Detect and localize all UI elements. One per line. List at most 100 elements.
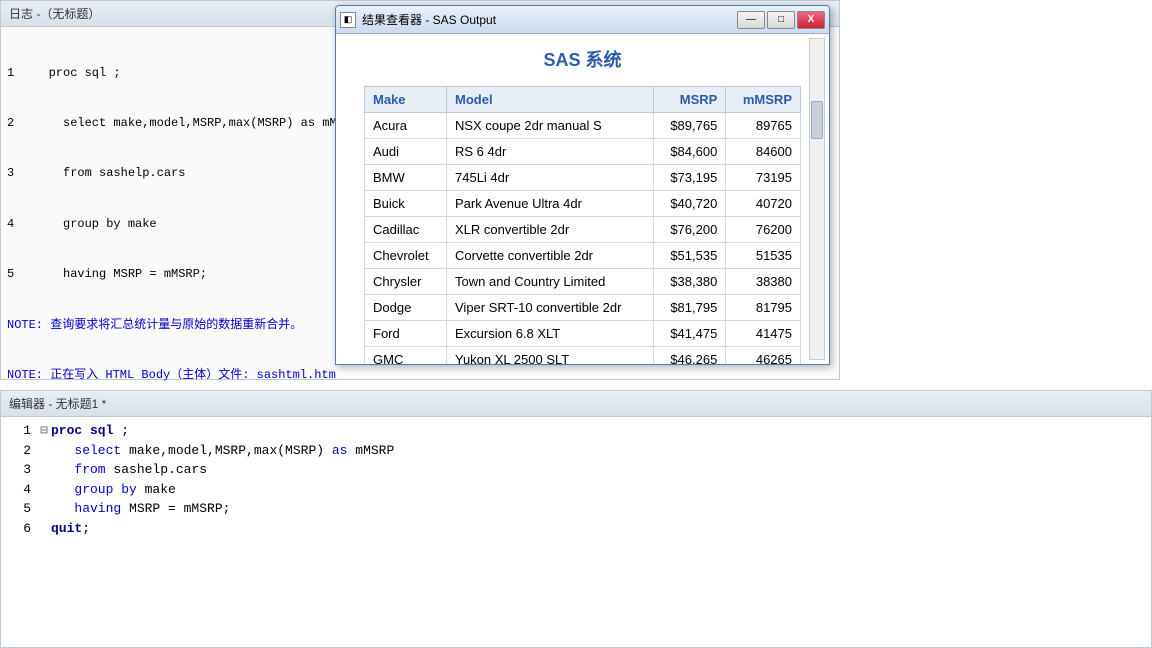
table-row[interactable]: AcuraNSX coupe 2dr manual S$89,76589765: [365, 113, 801, 139]
result-window-title: 结果查看器 - SAS Output: [362, 11, 737, 28]
log-line-num: 1: [7, 65, 27, 82]
editor-line-num: 3: [7, 460, 37, 480]
window-buttons: — □ X: [737, 11, 825, 29]
cell-msrp: $76,200: [654, 217, 726, 243]
col-make[interactable]: Make: [365, 87, 447, 113]
fold-gutter-icon: [37, 460, 51, 480]
col-msrp[interactable]: MSRP: [654, 87, 726, 113]
fold-gutter-icon: [37, 499, 51, 519]
editor-line: 2 select make,model,MSRP,max(MSRP) as mM…: [7, 441, 1145, 461]
table-row[interactable]: GMCYukon XL 2500 SLT$46,26546265: [365, 347, 801, 365]
cell-mmsrp: 40720: [726, 191, 801, 217]
cell-msrp: $89,765: [654, 113, 726, 139]
result-table: Make Model MSRP mMSRP AcuraNSX coupe 2dr…: [364, 86, 801, 364]
editor-line-num: 5: [7, 499, 37, 519]
editor-line-num: 2: [7, 441, 37, 461]
cell-model: NSX coupe 2dr manual S: [447, 113, 654, 139]
fold-gutter-icon: [37, 480, 51, 500]
log-line-num: 3: [7, 165, 27, 182]
cell-mmsrp: 89765: [726, 113, 801, 139]
sas-heading: SAS 系统: [364, 46, 801, 72]
cell-make: Ford: [365, 321, 447, 347]
fold-gutter-icon[interactable]: ⊟: [37, 421, 51, 441]
result-titlebar[interactable]: ◧ 结果查看器 - SAS Output — □ X: [336, 6, 829, 34]
table-row[interactable]: BMW745Li 4dr$73,19573195: [365, 165, 801, 191]
cell-mmsrp: 81795: [726, 295, 801, 321]
editor-code: proc sql ;: [51, 421, 129, 441]
log-line-text: proc sql ;: [27, 65, 121, 82]
editor-code: having MSRP = mMSRP;: [51, 499, 230, 519]
maximize-button[interactable]: □: [767, 11, 795, 29]
log-line-text: from sashelp.cars: [27, 165, 185, 182]
cell-msrp: $81,795: [654, 295, 726, 321]
table-row[interactable]: BuickPark Avenue Ultra 4dr$40,72040720: [365, 191, 801, 217]
cell-make: Chevrolet: [365, 243, 447, 269]
cell-msrp: $73,195: [654, 165, 726, 191]
cell-msrp: $38,380: [654, 269, 726, 295]
close-button[interactable]: X: [797, 11, 825, 29]
cell-model: Viper SRT-10 convertible 2dr: [447, 295, 654, 321]
log-line-num: 4: [7, 216, 27, 233]
cell-make: Buick: [365, 191, 447, 217]
log-line-text: group by make: [27, 216, 157, 233]
result-viewer-window: ◧ 结果查看器 - SAS Output — □ X SAS 系统 Make M…: [335, 5, 830, 365]
minimize-button[interactable]: —: [737, 11, 765, 29]
col-model[interactable]: Model: [447, 87, 654, 113]
log-line-text: having MSRP = mMSRP;: [27, 266, 207, 283]
cell-mmsrp: 76200: [726, 217, 801, 243]
table-row[interactable]: CadillacXLR convertible 2dr$76,20076200: [365, 217, 801, 243]
table-row[interactable]: AudiRS 6 4dr$84,60084600: [365, 139, 801, 165]
log-line-text: select make,model,MSRP,max(MSRP) as mMSR…: [27, 115, 358, 132]
cell-mmsrp: 46265: [726, 347, 801, 365]
editor-line: 3 from sashelp.cars: [7, 460, 1145, 480]
cell-make: Dodge: [365, 295, 447, 321]
cell-make: Cadillac: [365, 217, 447, 243]
cell-model: 745Li 4dr: [447, 165, 654, 191]
cell-mmsrp: 38380: [726, 269, 801, 295]
fold-gutter-icon: [37, 441, 51, 461]
cell-model: Town and Country Limited: [447, 269, 654, 295]
editor-title: 编辑器 - 无标题1 *: [1, 391, 1151, 417]
log-note: NOTE: 正在写入 HTML Body（主体）文件: sashtml.htm: [7, 367, 833, 384]
table-row[interactable]: FordExcursion 6.8 XLT$41,47541475: [365, 321, 801, 347]
editor-code: from sashelp.cars: [51, 460, 207, 480]
sas-output-icon: ◧: [340, 12, 356, 28]
table-row[interactable]: ChevroletCorvette convertible 2dr$51,535…: [365, 243, 801, 269]
scrollbar-thumb[interactable]: [811, 101, 823, 139]
close-icon: X: [808, 14, 815, 25]
editor-body[interactable]: 1⊟proc sql ;2 select make,model,MSRP,max…: [1, 417, 1151, 542]
cell-make: Acura: [365, 113, 447, 139]
vertical-scrollbar[interactable]: [809, 38, 825, 360]
editor-line: 1⊟proc sql ;: [7, 421, 1145, 441]
cell-mmsrp: 73195: [726, 165, 801, 191]
log-line-num: 5: [7, 266, 27, 283]
cell-mmsrp: 84600: [726, 139, 801, 165]
cell-make: BMW: [365, 165, 447, 191]
cell-mmsrp: 41475: [726, 321, 801, 347]
cell-msrp: $84,600: [654, 139, 726, 165]
cell-msrp: $46,265: [654, 347, 726, 365]
maximize-icon: □: [778, 14, 784, 25]
fold-gutter-icon: [37, 519, 51, 539]
cell-msrp: $40,720: [654, 191, 726, 217]
editor-pane: 编辑器 - 无标题1 * 1⊟proc sql ;2 select make,m…: [0, 390, 1152, 648]
editor-line: 4 group by make: [7, 480, 1145, 500]
cell-mmsrp: 51535: [726, 243, 801, 269]
cell-model: Yukon XL 2500 SLT: [447, 347, 654, 365]
editor-line: 5 having MSRP = mMSRP;: [7, 499, 1145, 519]
cell-make: Chrysler: [365, 269, 447, 295]
editor-line-num: 6: [7, 519, 37, 539]
table-row[interactable]: DodgeViper SRT-10 convertible 2dr$81,795…: [365, 295, 801, 321]
editor-line-num: 1: [7, 421, 37, 441]
editor-code: group by make: [51, 480, 176, 500]
cell-make: Audi: [365, 139, 447, 165]
result-content: SAS 系统 Make Model MSRP mMSRP AcuraNSX co…: [336, 34, 829, 364]
col-mmsrp[interactable]: mMSRP: [726, 87, 801, 113]
editor-line-num: 4: [7, 480, 37, 500]
editor-line: 6quit;: [7, 519, 1145, 539]
cell-model: Excursion 6.8 XLT: [447, 321, 654, 347]
cell-model: RS 6 4dr: [447, 139, 654, 165]
table-row[interactable]: ChryslerTown and Country Limited$38,3803…: [365, 269, 801, 295]
cell-model: Park Avenue Ultra 4dr: [447, 191, 654, 217]
cell-msrp: $51,535: [654, 243, 726, 269]
